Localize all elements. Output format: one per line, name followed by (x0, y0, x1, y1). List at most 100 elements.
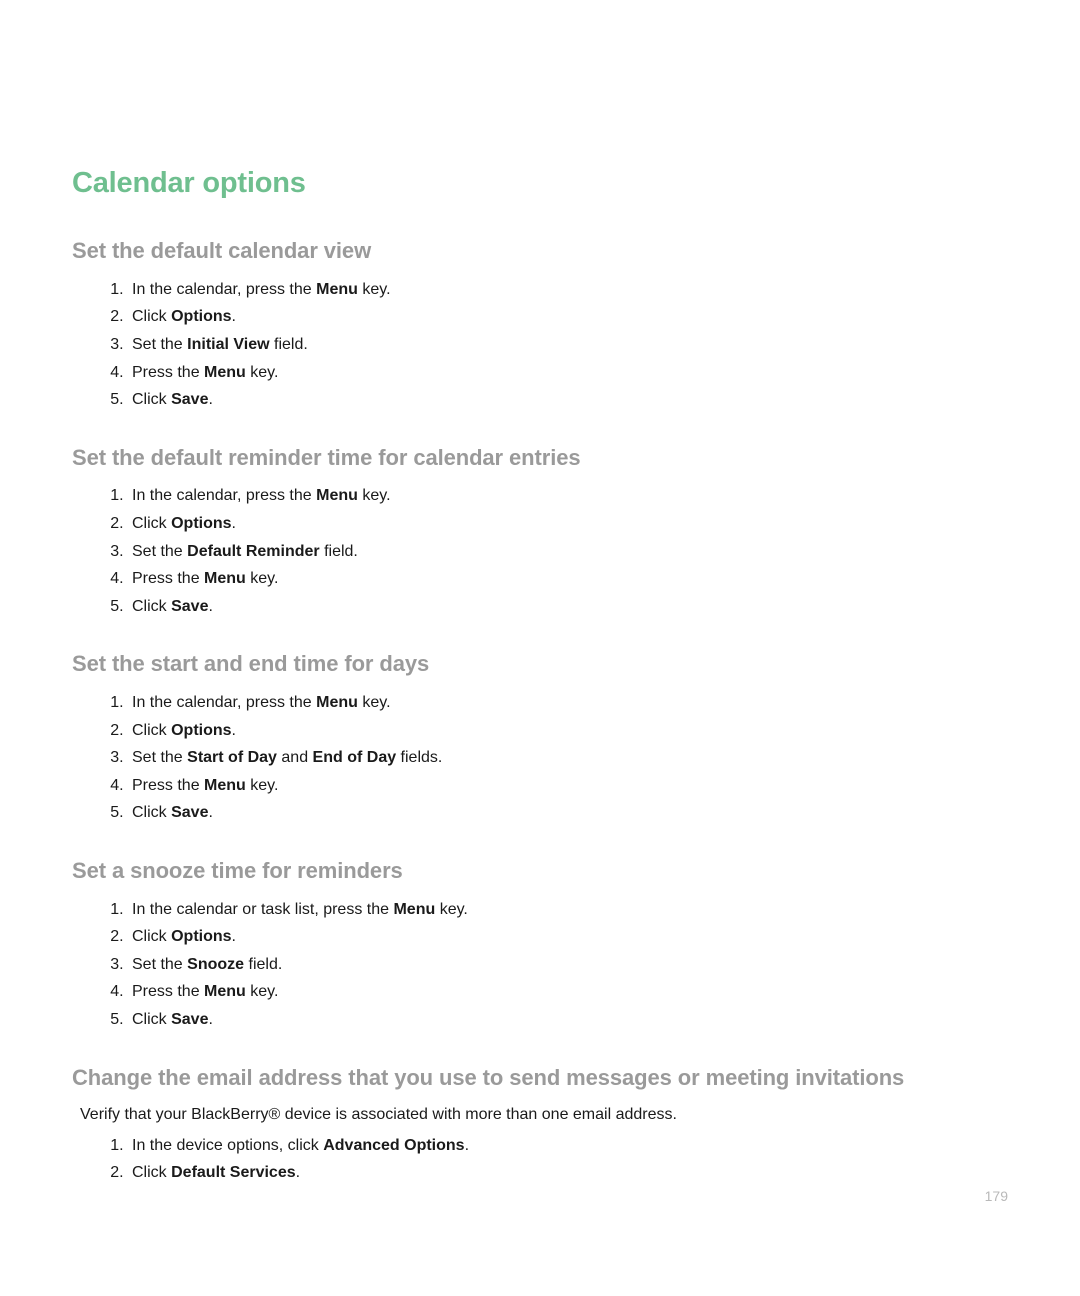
text-run: key. (358, 694, 391, 711)
bold-text: Menu (204, 777, 246, 794)
text-run: Press the (132, 777, 204, 794)
text-run: Set the (132, 749, 187, 766)
section-heading: Change the email address that you use to… (72, 1064, 1008, 1093)
bold-text: Menu (204, 570, 246, 587)
list-item: Set the Snooze field. (128, 951, 1008, 979)
list-item: Click Options. (128, 923, 1008, 951)
text-run: key. (358, 281, 391, 298)
text-run: Press the (132, 570, 204, 587)
list-item: Press the Menu key. (128, 978, 1008, 1006)
section: Set the default reminder time for calend… (72, 444, 1008, 621)
bold-text: Save (171, 391, 208, 408)
bold-text: Options (171, 308, 231, 325)
list-item: Click Options. (128, 717, 1008, 745)
list-item: Press the Menu key. (128, 565, 1008, 593)
list-item: In the calendar, press the Menu key. (128, 689, 1008, 717)
bold-text: Default Services (171, 1164, 296, 1181)
text-run: . (208, 598, 212, 615)
list-item: Press the Menu key. (128, 359, 1008, 387)
section-intro: Verify that your BlackBerry® device is a… (80, 1102, 1008, 1128)
text-run: key. (358, 487, 391, 504)
text-run: Click (132, 804, 171, 821)
bold-text: Options (171, 722, 231, 739)
text-run: Set the (132, 336, 187, 353)
text-run: In the calendar, press the (132, 694, 316, 711)
text-run: key. (435, 901, 468, 918)
bold-text: Options (171, 928, 231, 945)
step-list: In the calendar, press the Menu key.Clic… (72, 276, 1008, 414)
bold-text: Save (171, 1011, 208, 1028)
page-number: 179 (985, 1188, 1008, 1204)
bold-text: Advanced Options (323, 1137, 464, 1154)
text-run: . (232, 928, 236, 945)
text-run: key. (246, 570, 279, 587)
bold-text: Menu (316, 487, 358, 504)
text-run: Press the (132, 364, 204, 381)
text-run: fields. (396, 749, 442, 766)
section: Set a snooze time for reminders In the ca… (72, 857, 1008, 1034)
bold-text: Menu (393, 901, 435, 918)
text-run: In the calendar, press the (132, 487, 316, 504)
bold-text: Menu (316, 694, 358, 711)
text-run: Click (132, 515, 171, 532)
section-heading: Set the default reminder time for calend… (72, 444, 1008, 473)
list-item: In the device options, click Advanced Op… (128, 1132, 1008, 1160)
text-run: Press the (132, 983, 204, 1000)
list-item: In the calendar, press the Menu key. (128, 276, 1008, 304)
page-title: Calendar options (72, 165, 1008, 201)
list-item: Set the Start of Day and End of Day fiel… (128, 744, 1008, 772)
text-run: Set the (132, 956, 187, 973)
text-run: . (208, 391, 212, 408)
text-run: Set the (132, 543, 187, 560)
text-run: . (232, 722, 236, 739)
text-run: key. (246, 983, 279, 1000)
text-run: In the calendar or task list, press the (132, 901, 393, 918)
text-run: Click (132, 598, 171, 615)
list-item: Click Options. (128, 303, 1008, 331)
text-run: . (208, 1011, 212, 1028)
text-run: . (465, 1137, 469, 1154)
step-list: In the device options, click Advanced Op… (72, 1132, 1008, 1187)
list-item: Set the Initial View field. (128, 331, 1008, 359)
step-list: In the calendar, press the Menu key. Clic… (72, 482, 1008, 620)
text-run: Click (132, 928, 171, 945)
section: Set the start and end time for days In th… (72, 650, 1008, 827)
list-item: Click Save. (128, 593, 1008, 621)
step-list: In the calendar, press the Menu key.Clic… (72, 689, 1008, 827)
sections-container: Set the default calendar viewIn the cale… (72, 237, 1008, 1187)
text-run: Click (132, 391, 171, 408)
bold-text: Menu (316, 281, 358, 298)
list-item: Click Save. (128, 799, 1008, 827)
bold-text: End of Day (313, 749, 397, 766)
text-run: . (232, 515, 236, 532)
text-run: Click (132, 722, 171, 739)
list-item: In the calendar or task list, press the … (128, 896, 1008, 924)
text-run: . (232, 308, 236, 325)
bold-text: Snooze (187, 956, 244, 973)
document-page: Calendar options Set the default calenda… (0, 0, 1080, 1296)
step-list: In the calendar or task list, press the … (72, 896, 1008, 1034)
section-heading: Set the start and end time for days (72, 650, 1008, 679)
section-heading: Set a snooze time for reminders (72, 857, 1008, 886)
list-item: Set the Default Reminder field. (128, 538, 1008, 566)
bold-text: Menu (204, 983, 246, 1000)
list-item: Click Default Services. (128, 1159, 1008, 1187)
section: Change the email address that you use to… (72, 1064, 1008, 1187)
text-run: field. (244, 956, 282, 973)
bold-text: Default Reminder (187, 543, 319, 560)
text-run: and (277, 749, 313, 766)
text-run: Click (132, 1011, 171, 1028)
text-run: Click (132, 308, 171, 325)
list-item: Click Save. (128, 1006, 1008, 1034)
text-run: Click (132, 1164, 171, 1181)
text-run: field. (320, 543, 358, 560)
list-item: Press the Menu key. (128, 772, 1008, 800)
text-run: . (296, 1164, 300, 1181)
text-run: In the calendar, press the (132, 281, 316, 298)
bold-text: Save (171, 804, 208, 821)
list-item: Click Save. (128, 386, 1008, 414)
text-run: key. (246, 777, 279, 794)
list-item: In the calendar, press the Menu key. (128, 482, 1008, 510)
bold-text: Menu (204, 364, 246, 381)
text-run: . (208, 804, 212, 821)
